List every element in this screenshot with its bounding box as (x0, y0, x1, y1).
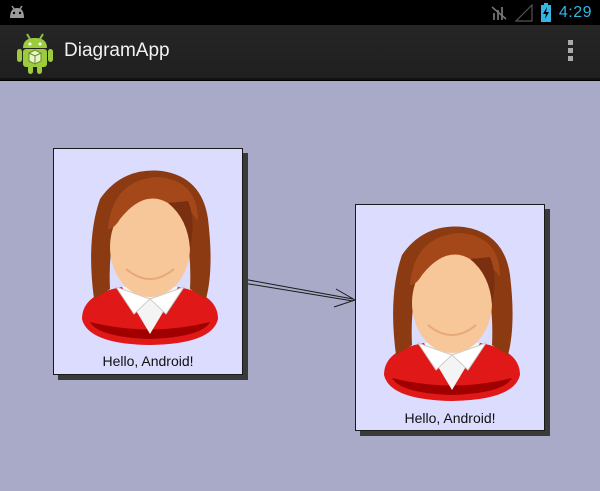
signal-icon (514, 3, 533, 22)
action-bar: DiagramApp (0, 25, 600, 80)
android-debug-icon (10, 5, 24, 18)
node-label: Hello, Android! (404, 410, 496, 426)
android-robot-icon[interactable] (15, 31, 55, 75)
female-user-avatar-icon (82, 170, 218, 345)
battery-charging-icon (540, 3, 551, 22)
node-label: Hello, Android! (102, 353, 194, 369)
diagram-node[interactable]: Hello, Android! (53, 148, 243, 375)
overflow-menu-icon[interactable] (560, 37, 580, 67)
no-signal-icon (491, 5, 507, 20)
female-user-avatar-icon (384, 226, 520, 401)
status-bar: 4:29 (0, 0, 600, 25)
diagram-canvas[interactable]: Hello, Android! Hello, Android! (0, 81, 600, 491)
status-clock: 4:29 (558, 3, 592, 21)
diagram-node[interactable]: Hello, Android! (355, 204, 545, 431)
app-title: DiagramApp (64, 40, 170, 61)
